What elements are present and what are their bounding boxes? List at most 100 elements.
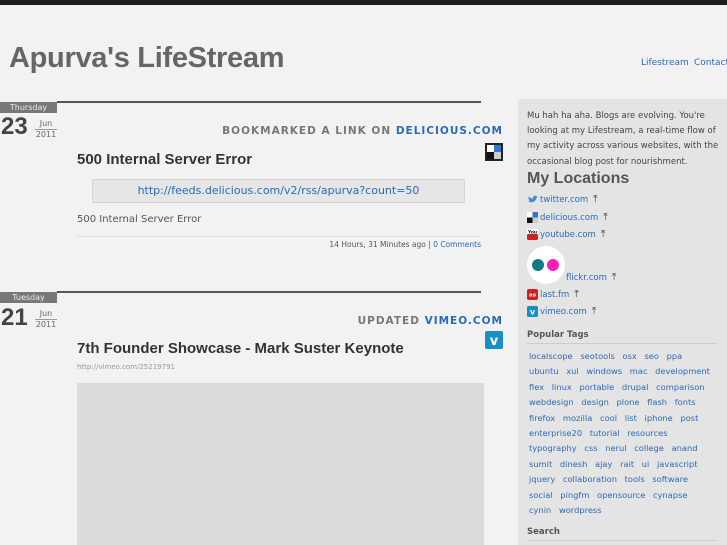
entry-link[interactable]: http://feeds.delicious.com/v2/rss/apurva…	[92, 179, 465, 203]
vimeo-icon: v	[527, 306, 538, 317]
entry-weekday: Thursday	[0, 102, 57, 113]
tag-link[interactable]: enterprise20	[529, 428, 582, 438]
tag-link[interactable]: drupal	[622, 382, 649, 392]
tag-link[interactable]: osx	[623, 351, 637, 361]
tag-link[interactable]: mac	[630, 366, 648, 376]
arrow-top-icon: ⤒	[600, 229, 606, 240]
search-divider	[527, 540, 717, 541]
tag-link[interactable]: ui	[642, 459, 650, 469]
tag-link[interactable]: javascript	[657, 459, 698, 469]
entry-description: 500 Internal Server Error	[77, 214, 202, 225]
tag-link[interactable]: seo	[644, 351, 659, 361]
tag-link[interactable]: wordpress	[559, 505, 602, 515]
arrow-top-icon: ⤒	[603, 212, 608, 223]
site-title[interactable]: Apurva's LifeStream	[9, 42, 284, 75]
location-youtube[interactable]: You youtube.com ⤒	[527, 229, 605, 240]
tag-link[interactable]: collaboration	[563, 474, 617, 484]
entry-url[interactable]: http://vimeo.com/25219791	[77, 363, 175, 371]
entry-day: 23	[1, 113, 28, 140]
tag-link[interactable]: mozilla	[563, 413, 593, 423]
tag-link[interactable]: ajay	[595, 459, 612, 469]
tag-link[interactable]: portable	[579, 382, 614, 392]
tag-link[interactable]: sumit	[529, 459, 552, 469]
vimeo-icon[interactable]: v	[485, 331, 503, 349]
tag-link[interactable]: software	[652, 474, 688, 484]
tag-link[interactable]: localscope	[529, 351, 573, 361]
tag-link[interactable]: css	[584, 443, 597, 453]
tag-link[interactable]: cynin	[529, 505, 551, 515]
tag-link[interactable]: firefox	[529, 413, 555, 423]
tag-link[interactable]: flex	[529, 382, 544, 392]
entry-title[interactable]: 7th Founder Showcase - Mark Suster Keyno…	[77, 340, 404, 357]
entry-service-link[interactable]: VIMEO.COM	[425, 315, 503, 327]
tag-link[interactable]: design	[581, 397, 609, 407]
delicious-icon	[527, 212, 538, 223]
svg-text:v: v	[530, 308, 536, 317]
flickr-badge	[527, 246, 565, 284]
entry-month: Jun	[35, 118, 57, 130]
tag-link[interactable]: pingfm	[560, 490, 589, 500]
tag-link[interactable]: rait	[620, 459, 634, 469]
flickr-dot-pink	[547, 259, 559, 271]
svg-text:You: You	[527, 230, 537, 236]
tag-link[interactable]: seotools	[580, 351, 615, 361]
tag-link[interactable]: social	[529, 490, 553, 500]
entry-action: BOOKMARKED A LINK ON DELICIOUS.COM	[222, 125, 503, 137]
nav-contact[interactable]: Contact	[694, 58, 727, 68]
location-vimeo[interactable]: v vimeo.com ⤒	[527, 306, 596, 317]
tag-link[interactable]: list	[625, 413, 637, 423]
tag-link[interactable]: iphone	[645, 413, 673, 423]
tag-link[interactable]: linux	[552, 382, 572, 392]
entry-time-ago: 14 Hours, 31 Minutes ago |	[329, 240, 431, 249]
location-flickr[interactable]: flickr.com ⤒	[566, 272, 616, 283]
tag-link[interactable]: cool	[600, 413, 617, 423]
delicious-icon[interactable]	[485, 143, 503, 161]
entry-meta-divider	[77, 236, 481, 237]
tag-link[interactable]: dinesh	[560, 459, 588, 469]
video-embed[interactable]	[77, 383, 484, 545]
location-label: flickr.com	[566, 272, 607, 283]
tag-link[interactable]: xul	[566, 366, 578, 376]
location-label: delicious.com	[540, 212, 599, 223]
tag-link[interactable]: nerul	[605, 443, 626, 453]
location-label: last.fm	[540, 289, 570, 300]
tag-link[interactable]: jquery	[529, 474, 555, 484]
tag-link[interactable]: cynapse	[653, 490, 688, 500]
tag-link[interactable]: post	[680, 413, 698, 423]
tag-link[interactable]: ubuntu	[529, 366, 559, 376]
arrow-top-icon: ⤒	[593, 194, 598, 205]
entry-service-link[interactable]: DELICIOUS.COM	[396, 125, 503, 137]
comments-link[interactable]: 0 Comments	[433, 240, 481, 249]
sidebar-intro: Mu hah ha aha. Blogs are evolving. You'r…	[527, 111, 719, 167]
tag-link[interactable]: comparison	[656, 382, 704, 392]
entry-title[interactable]: 500 Internal Server Error	[77, 151, 252, 168]
arrow-top-icon: ⤒	[574, 289, 579, 300]
entry-action-text: UPDATED	[357, 315, 420, 327]
tag-link[interactable]: resources	[627, 428, 667, 438]
tag-link[interactable]: opensource	[597, 490, 645, 500]
tag-link[interactable]: typography	[529, 443, 577, 453]
tag-link[interactable]: flash	[647, 397, 667, 407]
entry-weekday: Tuesday	[0, 292, 57, 303]
svg-text:v: v	[490, 334, 499, 349]
nav-lifestream[interactable]: Lifestream	[641, 58, 689, 68]
entry-month: Jun	[35, 308, 57, 320]
tag-link[interactable]: windows	[586, 366, 622, 376]
twitter-icon	[528, 195, 538, 203]
youtube-icon: You	[527, 229, 538, 240]
tag-link[interactable]: plone	[617, 397, 640, 407]
location-delicious[interactable]: delicious.com ⤒	[527, 212, 608, 223]
top-bar	[0, 0, 727, 5]
tag-link[interactable]: tools	[625, 474, 645, 484]
entry-meta: 14 Hours, 31 Minutes ago | 0 Comments	[329, 240, 481, 249]
tag-link[interactable]: anand	[672, 443, 698, 453]
location-twitter[interactable]: twitter.com ⤒	[527, 194, 598, 205]
tag-link[interactable]: webdesign	[529, 397, 574, 407]
tag-link[interactable]: fonts	[675, 397, 696, 407]
tag-link[interactable]: tutorial	[590, 428, 620, 438]
tag-link[interactable]: ppa	[667, 351, 683, 361]
tag-link[interactable]: college	[634, 443, 664, 453]
location-label: vimeo.com	[540, 306, 587, 317]
location-lastfm[interactable]: as last.fm ⤒	[527, 289, 579, 300]
tag-link[interactable]: development	[655, 366, 710, 376]
